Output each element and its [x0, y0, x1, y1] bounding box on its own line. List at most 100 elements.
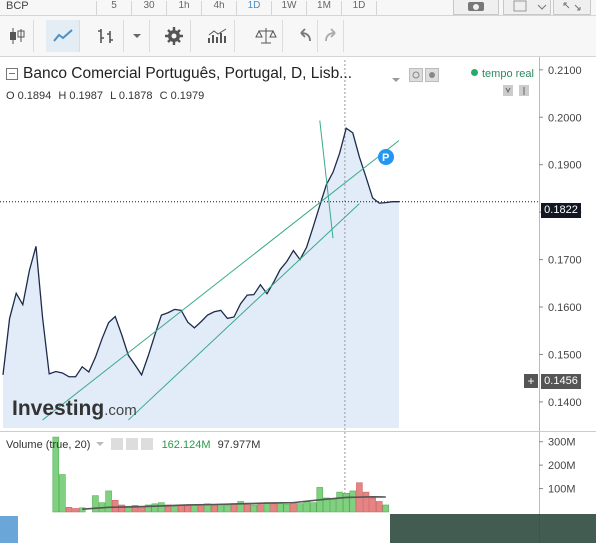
- timeframe-1w[interactable]: 1W: [272, 1, 307, 15]
- volume-controls-icon[interactable]: [110, 438, 159, 450]
- price-axis-label: 0.1500: [548, 349, 582, 361]
- candles-icon[interactable]: [0, 20, 34, 52]
- add-alert-icon[interactable]: +: [524, 374, 538, 388]
- background-window-edge: [390, 514, 596, 543]
- low-label: L: [110, 90, 116, 102]
- price-axis-label: 0.1400: [548, 397, 582, 409]
- logo-suffix: .com: [104, 402, 137, 419]
- scale-lock-icon[interactable]: [503, 84, 533, 103]
- volume-bar: [369, 497, 376, 513]
- price-area-fill: [3, 128, 399, 428]
- timeframe-1h[interactable]: 1h: [167, 1, 202, 15]
- realtime-label: tempo real: [482, 68, 534, 80]
- camera-icon[interactable]: [453, 0, 499, 15]
- volume-chevron-icon[interactable]: [95, 440, 105, 448]
- volume-bar: [138, 506, 145, 513]
- volume-bar: [303, 501, 310, 513]
- volume-bar: [296, 503, 304, 513]
- volume-axis-label: 100M: [548, 484, 576, 496]
- volume-bar: [290, 502, 297, 513]
- settings-small-icon[interactable]: [425, 68, 439, 87]
- volume-bar: [158, 502, 165, 513]
- volume-bar: [276, 502, 284, 513]
- volume-axis-label: 300M: [548, 437, 576, 449]
- timeframe-1d[interactable]: 1D: [237, 1, 272, 15]
- gear-icon[interactable]: [157, 20, 191, 52]
- chevron-down-icon[interactable]: [124, 20, 150, 52]
- timeframe-30[interactable]: 30: [132, 1, 167, 15]
- logo-brand: Investing: [12, 397, 105, 420]
- volume-bar: [362, 491, 370, 513]
- price-axis-label: 0.2000: [548, 112, 582, 124]
- last-price-tag: 0.1822: [541, 203, 581, 218]
- timeframe-5[interactable]: 5: [97, 1, 132, 15]
- high-value: 0.1987: [69, 90, 104, 102]
- symbol-input[interactable]: BCP: [0, 1, 97, 15]
- cursor-price-tag: 0.1456: [541, 374, 581, 389]
- visibility-icon[interactable]: [409, 68, 423, 87]
- indicators-icon[interactable]: [201, 20, 235, 52]
- volume-bar: [151, 503, 159, 513]
- volume-bar: [250, 504, 258, 513]
- title-menu-chevron-icon[interactable]: [391, 71, 401, 89]
- line-chart-icon[interactable]: [46, 20, 80, 52]
- volume-bar: [283, 503, 291, 513]
- volume-axis-label: 200M: [548, 460, 576, 472]
- redo-icon[interactable]: [318, 20, 344, 52]
- open-value: 0.1894: [17, 90, 52, 102]
- timeframe-toolbar: BCP 5 30 1h 4h 1D 1W 1M 1D: [0, 0, 596, 16]
- volume-bar: [382, 504, 390, 513]
- volume-bar: [105, 490, 112, 513]
- chart-title: Banco Comercial Português, Portugal, D, …: [6, 65, 352, 83]
- low-value: 0.1878: [118, 90, 153, 102]
- fullscreen-icon[interactable]: [553, 0, 591, 15]
- volume-bar: [111, 500, 119, 513]
- volume-title: Volume (true, 20): [6, 439, 91, 451]
- window-icon[interactable]: [503, 0, 551, 15]
- volume-bar: [329, 498, 337, 513]
- realtime-dot-icon: [471, 69, 478, 76]
- volume-bar: [375, 501, 383, 513]
- timeframe-4h[interactable]: 4h: [202, 1, 237, 15]
- volume-bar: [92, 495, 99, 513]
- balance-icon[interactable]: [249, 20, 283, 52]
- p-marker-label: P: [382, 152, 389, 164]
- close-label: C: [159, 90, 168, 102]
- price-axis-label: 0.2100: [548, 65, 582, 77]
- investing-logo: Investing.com: [12, 397, 137, 421]
- volume-bar: [257, 504, 264, 513]
- volume-bar: [72, 508, 79, 513]
- volume-bar: [118, 504, 126, 513]
- timeframe-1m[interactable]: 1M: [307, 1, 342, 15]
- price-axis-label: 0.1900: [548, 160, 582, 172]
- volume-value-2: 97.977M: [217, 439, 261, 451]
- taskbar-icon: [0, 516, 18, 543]
- volume-bar: [349, 490, 357, 513]
- ohlc-legend: O 0.1894 H 0.1987 L 0.1878 C 0.1979: [6, 90, 208, 102]
- realtime-indicator: tempo real: [471, 68, 534, 80]
- volume-bar: [184, 505, 192, 513]
- volume-bar: [171, 505, 178, 513]
- timeframe-1d-extra[interactable]: 1D: [342, 1, 377, 15]
- volume-bar: [336, 491, 343, 513]
- high-label: H: [58, 90, 67, 102]
- volume-bar: [224, 504, 231, 513]
- close-value: 0.1979: [170, 90, 205, 102]
- bars-icon[interactable]: [90, 20, 124, 52]
- volume-bar: [309, 502, 317, 513]
- volume-bar: [191, 504, 198, 513]
- open-label: O: [6, 90, 15, 102]
- volume-bar: [59, 474, 66, 513]
- volume-bar: [342, 493, 350, 513]
- chart-title-text: Banco Comercial Português, Portugal, D, …: [23, 65, 353, 82]
- volume-legend: Volume (true, 20) 162.124M 97.977M: [6, 438, 260, 451]
- collapse-icon[interactable]: [6, 68, 18, 80]
- volume-bar: [197, 504, 205, 513]
- price-axis-label: 0.1700: [548, 255, 582, 267]
- volume-bar: [263, 502, 271, 513]
- price-axis-label: 0.1600: [548, 302, 582, 314]
- price-chart[interactable]: 0.21000.20000.19000.18000.17000.16000.15…: [0, 57, 596, 543]
- chart-pane[interactable]: 0.21000.20000.19000.18000.17000.16000.15…: [0, 57, 596, 543]
- volume-bar: [65, 507, 73, 513]
- undo-icon[interactable]: [292, 20, 318, 52]
